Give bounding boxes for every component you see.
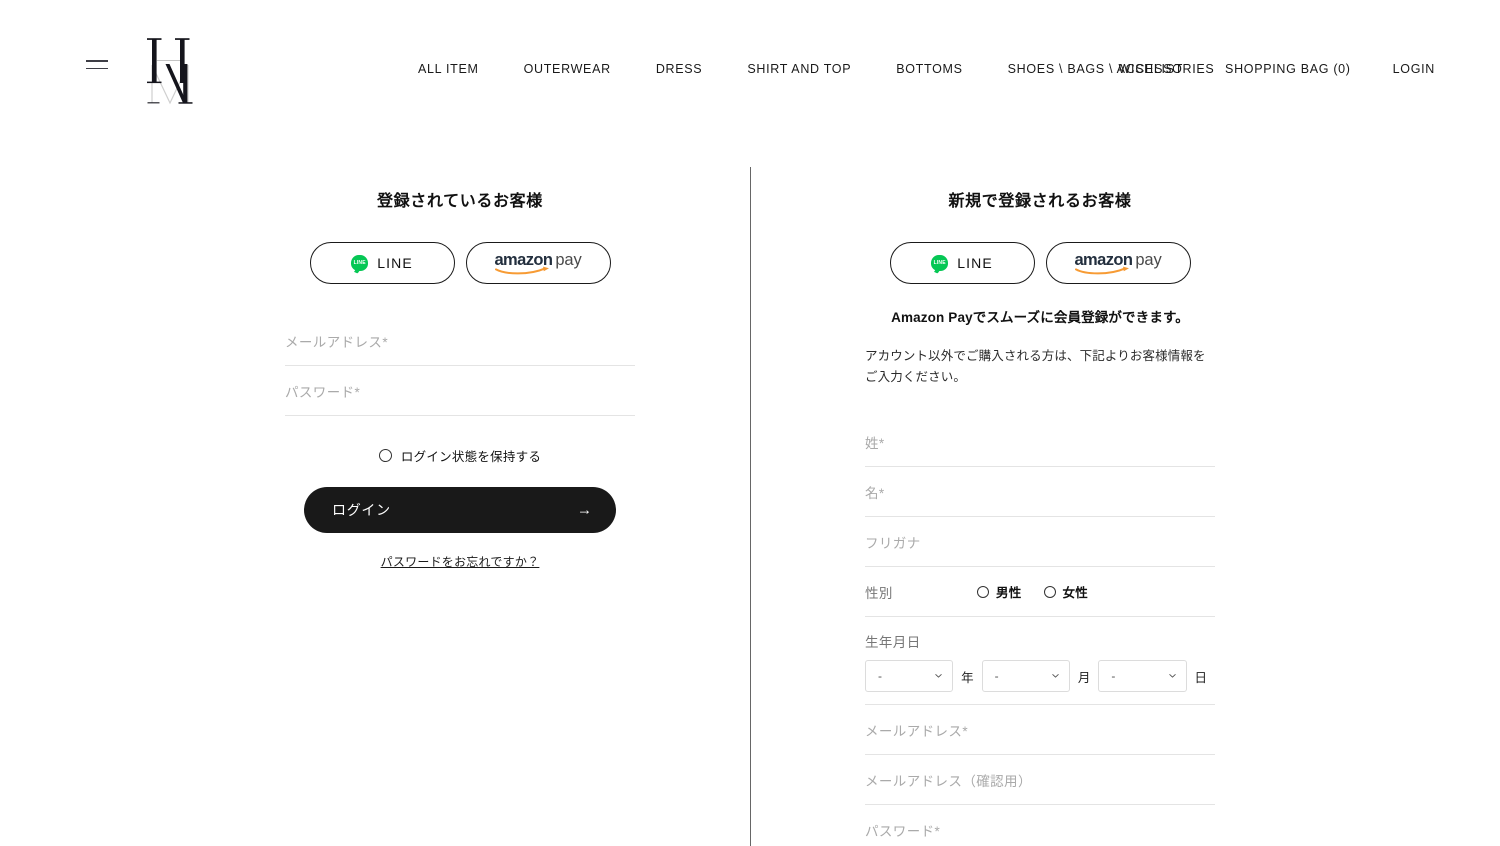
page-content: 登録されているお客様 LINE LINE amazon pay メールアドレス*… bbox=[0, 140, 1500, 846]
birthday-day-select[interactable]: - bbox=[1098, 660, 1187, 693]
login-email-field[interactable]: メールアドレス* bbox=[285, 316, 635, 366]
birthday-year-unit: 年 bbox=[961, 670, 974, 685]
chevron-down-icon bbox=[1168, 674, 1176, 678]
chevron-down-icon bbox=[1052, 674, 1059, 678]
column-divider bbox=[750, 167, 751, 846]
radio-unchecked-icon[interactable] bbox=[977, 585, 989, 598]
birthday-day-unit: 日 bbox=[1194, 670, 1208, 685]
hamburger-line bbox=[86, 67, 108, 70]
login-line-button[interactable]: LINE LINE bbox=[309, 242, 455, 284]
nav-item-wishlist[interactable]: WISHLIST bbox=[1119, 60, 1184, 79]
forgot-password-link[interactable]: パスワードをお忘れですか？ bbox=[285, 553, 635, 570]
hamburger-line bbox=[86, 60, 108, 62]
line-button-label: LINE bbox=[957, 255, 993, 271]
register-password-field[interactable]: パスワード* bbox=[865, 805, 1215, 846]
nav-item-bottoms[interactable]: BOTTOMS bbox=[896, 60, 962, 79]
nav-item-dress[interactable]: DRESS bbox=[656, 60, 703, 79]
gender-label: 性別 bbox=[865, 585, 893, 601]
amazon-swoosh-icon bbox=[495, 266, 551, 275]
line-icon: LINE bbox=[351, 255, 369, 271]
pay-wordmark: pay bbox=[1135, 251, 1162, 269]
register-email-field[interactable]: メールアドレス* bbox=[865, 705, 1215, 756]
nav-item-outerwear[interactable]: OUTERWEAR bbox=[524, 60, 611, 79]
birthday-year-value: - bbox=[878, 669, 882, 684]
amazon-swoosh-icon bbox=[1075, 266, 1131, 275]
gender-option-male-label: 男性 bbox=[996, 586, 1022, 601]
register-line-button[interactable]: LINE LINE bbox=[889, 242, 1035, 284]
login-amazon-pay-button[interactable]: amazon pay bbox=[465, 242, 611, 284]
register-email-confirm-field[interactable]: メールアドレス（確認用） bbox=[865, 755, 1215, 806]
gender-field: 性別 男性 女性 bbox=[865, 567, 1215, 618]
login-panel: 登録されているお客様 LINE LINE amazon pay メールアドレス*… bbox=[285, 140, 635, 570]
amazon-pay-logo: amazon pay bbox=[494, 251, 582, 275]
nav-item-login[interactable]: LOGIN bbox=[1393, 60, 1435, 79]
line-icon: LINE bbox=[931, 255, 949, 271]
nav-item-shirt-and-top[interactable]: SHIRT AND TOP bbox=[747, 60, 851, 79]
birthday-day-value: - bbox=[1111, 669, 1116, 684]
nav-item-all-item[interactable]: ALL ITEM bbox=[418, 60, 479, 79]
gender-option-male[interactable]: 男性 bbox=[977, 582, 1022, 601]
gender-option-female-label: 女性 bbox=[1062, 586, 1089, 601]
utility-navigation: WISHLIST SHOPPING BAG (0) LOGIN bbox=[1119, 60, 1436, 79]
site-logo[interactable] bbox=[140, 33, 202, 109]
login-panel-title: 登録されているお客様 bbox=[377, 193, 543, 210]
birthday-selects: - 年 - 月 - 日 bbox=[865, 660, 1215, 693]
birthday-field: 生年月日 - 年 - 月 - 日 bbox=[865, 617, 1215, 706]
line-button-label: LINE bbox=[377, 255, 413, 271]
nav-item-shopping-bag[interactable]: SHOPPING BAG (0) bbox=[1225, 60, 1351, 79]
register-social-buttons: LINE LINE amazon pay bbox=[865, 242, 1215, 284]
register-panel-title: 新規で登録されるお客様 bbox=[948, 193, 1132, 210]
furigana-field[interactable]: フリガナ bbox=[865, 517, 1215, 568]
birthday-year-select[interactable]: - bbox=[865, 660, 954, 693]
remember-me-toggle[interactable]: ログイン状態を保持する bbox=[285, 446, 635, 465]
remember-me-label: ログイン状態を保持する bbox=[400, 450, 542, 464]
register-amazon-pay-button[interactable]: amazon pay bbox=[1045, 242, 1191, 284]
arrow-right-icon: → bbox=[577, 501, 592, 519]
login-submit-button[interactable]: ログイン → bbox=[304, 487, 616, 533]
main-navigation: ALL ITEM OUTERWEAR DRESS SHIRT AND TOP B… bbox=[418, 60, 1214, 79]
login-social-buttons: LINE LINE amazon pay bbox=[285, 242, 635, 284]
radio-unchecked-icon[interactable] bbox=[1043, 585, 1056, 598]
site-header: ALL ITEM OUTERWEAR DRESS SHIRT AND TOP B… bbox=[0, 0, 1500, 140]
birthday-label: 生年月日 bbox=[865, 635, 921, 651]
gender-option-female[interactable]: 女性 bbox=[1043, 582, 1089, 601]
radio-unchecked-icon[interactable] bbox=[378, 449, 392, 462]
amazon-pay-promo-heading: Amazon Payでスムーズに会員登録ができます。 bbox=[891, 310, 1189, 325]
birthday-month-select[interactable]: - bbox=[981, 660, 1070, 693]
birthday-month-value: - bbox=[994, 669, 999, 684]
last-name-field[interactable]: 姓* bbox=[865, 417, 1215, 468]
first-name-field[interactable]: 名* bbox=[865, 467, 1215, 518]
chevron-down-icon bbox=[935, 674, 942, 678]
login-submit-label: ログイン bbox=[332, 502, 391, 518]
login-password-field[interactable]: パスワード* bbox=[285, 366, 635, 416]
guest-checkout-note: アカウント以外でご購入される方は、下記よりお客様情報をご入力ください。 bbox=[865, 349, 1206, 384]
amazon-pay-logo: amazon pay bbox=[1074, 251, 1162, 275]
hamburger-icon[interactable] bbox=[86, 60, 108, 72]
birthday-month-unit: 月 bbox=[1077, 670, 1091, 685]
register-panel: 新規で登録されるお客様 LINE LINE amazon pay Amazon … bbox=[865, 140, 1215, 846]
pay-wordmark: pay bbox=[555, 251, 582, 269]
